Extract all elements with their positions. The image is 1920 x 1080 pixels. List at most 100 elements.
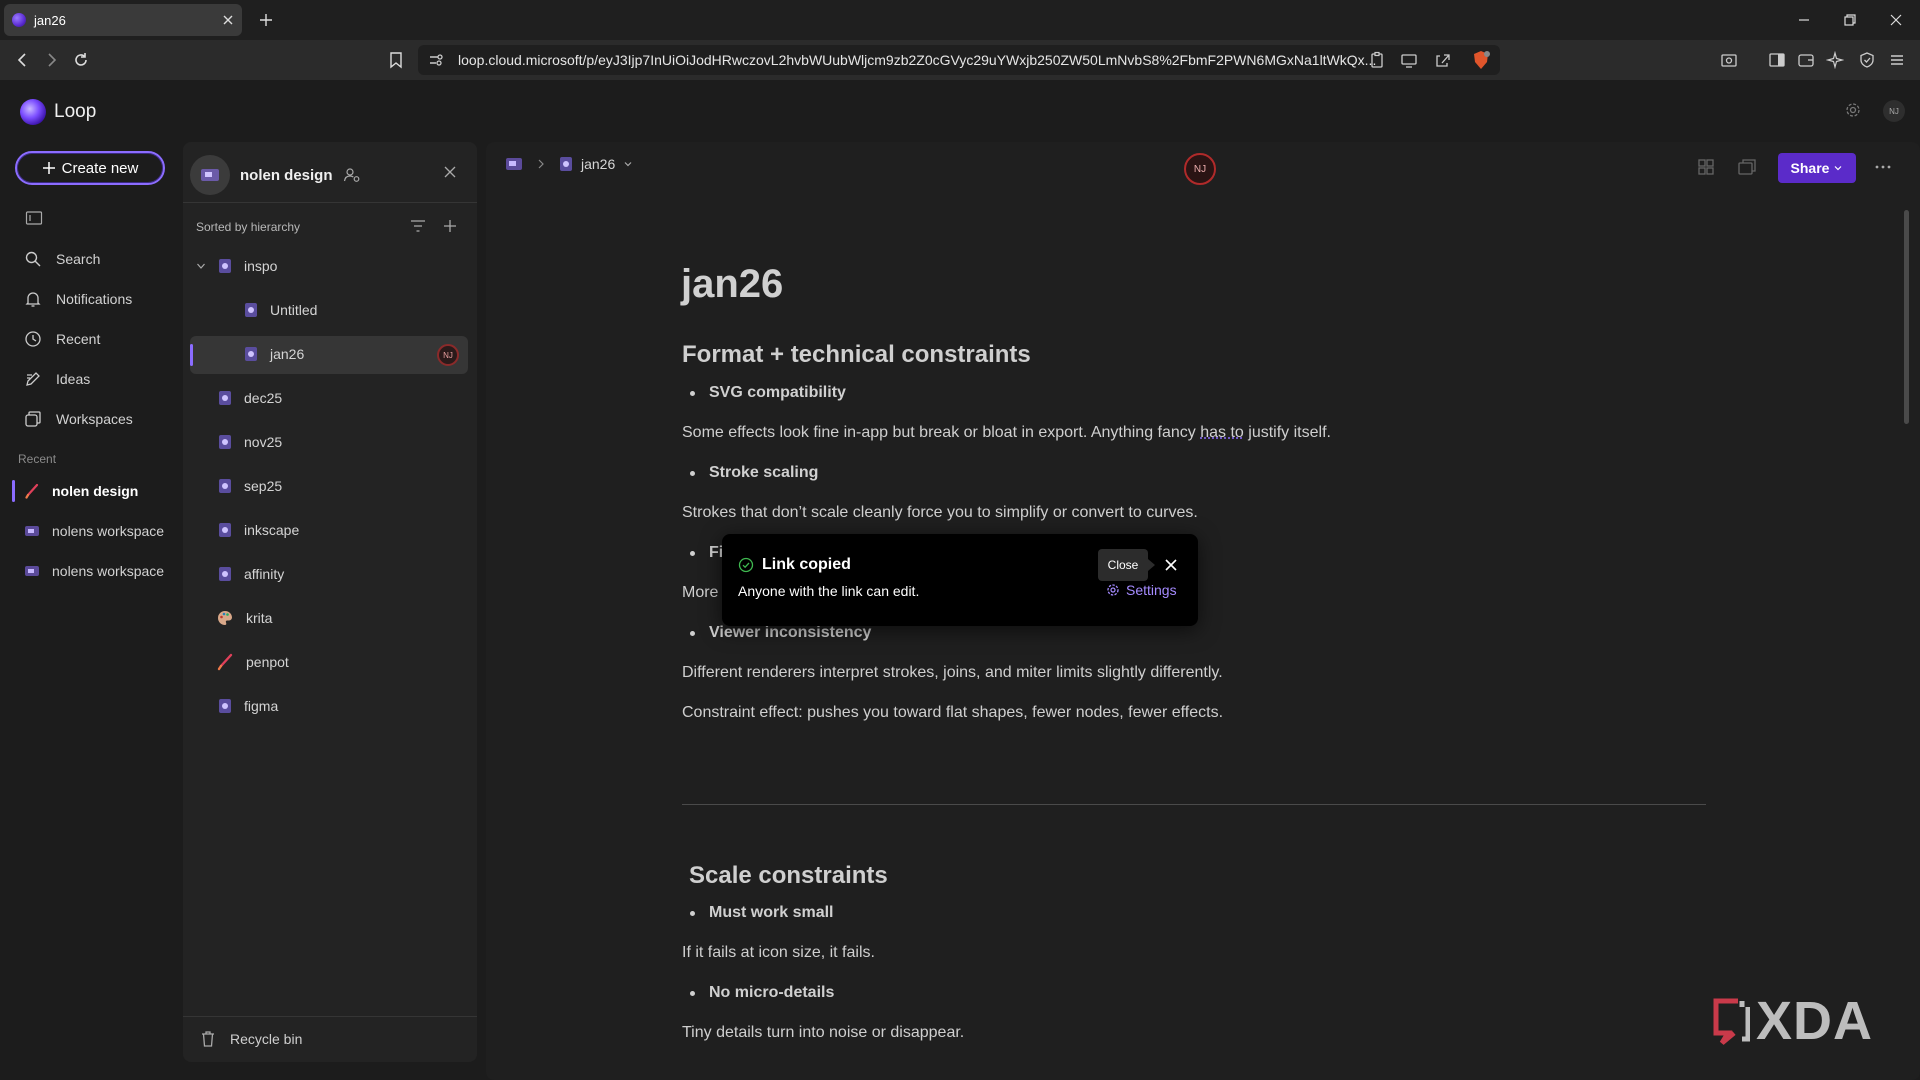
close-panel-icon[interactable] xyxy=(442,164,458,180)
cast-icon[interactable] xyxy=(1400,51,1418,69)
bullet-item[interactable]: No micro-details xyxy=(690,984,834,1002)
nav-recent[interactable]: Recent xyxy=(24,325,100,353)
xda-watermark: XDA xyxy=(1708,990,1873,1052)
loop-logo[interactable]: Loop xyxy=(20,99,96,125)
tree-item-sep25[interactable]: sep25 xyxy=(218,468,282,504)
add-page-icon[interactable] xyxy=(442,218,458,234)
recycle-bin-link[interactable]: Recycle bin xyxy=(200,1030,302,1048)
bullet-item[interactable]: SVG compatibility xyxy=(690,384,846,402)
forward-icon[interactable] xyxy=(42,51,60,69)
recent-item-nolens-workspace[interactable]: nolens workspace xyxy=(24,518,164,544)
workspace-avatar[interactable] xyxy=(190,155,230,195)
app-header xyxy=(0,80,1920,142)
toast-settings-link[interactable]: Settings xyxy=(1106,582,1177,598)
collaborator-avatar[interactable]: NJ xyxy=(1184,153,1216,185)
tree-selected-row xyxy=(190,336,468,374)
sidebar-toggle-icon[interactable] xyxy=(1768,51,1786,69)
share-button[interactable]: Share xyxy=(1778,153,1856,183)
breadcrumb: jan26 xyxy=(505,156,633,172)
tree-item-inspo[interactable]: inspo xyxy=(196,248,277,284)
screenshot-icon[interactable] xyxy=(1720,51,1738,69)
panel-divider xyxy=(183,202,477,203)
components-icon[interactable] xyxy=(1697,158,1715,176)
bullet-item[interactable]: Must work small xyxy=(690,904,833,922)
filter-icon[interactable] xyxy=(410,219,426,233)
recent-item-nolens-workspace-2[interactable]: nolens workspace xyxy=(24,558,164,584)
new-tab-icon[interactable] xyxy=(258,12,274,28)
section-heading[interactable]: Scale constraints xyxy=(689,862,888,890)
tree-item-untitled[interactable]: Untitled xyxy=(244,292,317,328)
tree-item-avatar: NJ xyxy=(437,344,459,366)
reload-icon[interactable] xyxy=(72,51,90,69)
copy-component-icon[interactable] xyxy=(1737,158,1757,176)
tab-close-icon[interactable] xyxy=(222,14,234,26)
url-bar[interactable]: loop.cloud.microsoft/p/eyJ3Ijp7InUiOiJod… xyxy=(418,45,1500,75)
paragraph[interactable]: Constraint effect: pushes you toward fla… xyxy=(682,704,1223,722)
restore-icon[interactable] xyxy=(1842,12,1858,28)
paragraph[interactable]: More xyxy=(682,584,718,602)
nav-workspaces[interactable]: Workspaces xyxy=(24,405,133,433)
document-scrollbar[interactable] xyxy=(1904,210,1909,424)
site-info-icon[interactable] xyxy=(428,52,444,68)
loop-logo-icon xyxy=(20,99,46,125)
nav-search[interactable]: Search xyxy=(24,245,100,273)
bookmark-icon[interactable] xyxy=(388,51,404,69)
paragraph[interactable]: Tiny details turn into noise or disappea… xyxy=(682,1024,964,1042)
nav-ideas[interactable]: Ideas xyxy=(24,365,90,393)
workspace-icon[interactable] xyxy=(505,156,523,172)
ai-sparkle-icon[interactable] xyxy=(1826,51,1844,69)
create-new-button[interactable]: Create new xyxy=(15,151,165,185)
minimize-icon[interactable] xyxy=(1796,12,1812,28)
paragraph[interactable]: Some effects look fine in-app but break … xyxy=(682,424,1331,442)
tree-label: sep25 xyxy=(244,478,283,494)
paragraph[interactable]: Different renderers interpret strokes, j… xyxy=(682,664,1223,682)
bullet-text: Must work small xyxy=(709,904,834,921)
tree-item-affinity[interactable]: affinity xyxy=(218,556,284,592)
wallet-icon[interactable] xyxy=(1797,51,1815,69)
chevron-down-icon[interactable] xyxy=(196,261,206,271)
tree-item-nov25[interactable]: nov25 xyxy=(218,424,282,460)
brush-icon xyxy=(217,653,233,671)
gear-icon xyxy=(1107,584,1119,596)
tree-item-figma[interactable]: figma xyxy=(218,688,278,724)
spellcheck-text[interactable]: has to xyxy=(1200,424,1244,441)
browser-tab[interactable]: jan26 xyxy=(4,4,242,36)
tree-item-penpot[interactable]: penpot xyxy=(216,644,289,680)
bullet-item[interactable]: Viewer inconsistency xyxy=(690,624,871,642)
bullet-item[interactable]: Fi xyxy=(690,544,723,562)
workspaces-icon xyxy=(25,411,41,427)
breadcrumb-page-label: jan26 xyxy=(581,156,616,172)
page-title[interactable]: jan26 xyxy=(681,262,783,307)
section-heading[interactable]: Format + technical constraints xyxy=(682,341,1031,369)
clipboard-icon[interactable] xyxy=(1369,51,1385,69)
paragraph[interactable]: If it fails at icon size, it fails. xyxy=(682,944,875,962)
bullet-item[interactable]: Stroke scaling xyxy=(690,464,818,482)
vpn-shield-icon[interactable] xyxy=(1858,51,1876,69)
tree-item-dec25[interactable]: dec25 xyxy=(218,380,282,416)
settings-gear-icon[interactable] xyxy=(1844,101,1862,119)
workspace-name[interactable]: nolen design xyxy=(240,167,333,184)
brave-shield-icon[interactable] xyxy=(1470,49,1492,71)
user-avatar[interactable]: NJ xyxy=(1883,100,1905,122)
paragraph[interactable]: Strokes that don’t scale cleanly force y… xyxy=(682,504,1198,522)
close-icon[interactable] xyxy=(1161,555,1181,575)
workspace-icon xyxy=(25,526,39,536)
breadcrumb-page[interactable]: jan26 xyxy=(559,156,633,172)
nav-search-label: Search xyxy=(56,251,101,267)
browser-menu-icon[interactable] xyxy=(1888,51,1906,69)
window-close-icon[interactable] xyxy=(1888,12,1904,28)
tree-item-jan26[interactable]: jan26 xyxy=(244,336,304,372)
tree-label: affinity xyxy=(244,566,285,582)
clock-icon xyxy=(25,331,41,347)
back-icon[interactable] xyxy=(14,51,32,69)
collapse-nav-icon[interactable] xyxy=(25,210,43,226)
tree-item-krita[interactable]: krita xyxy=(216,600,272,636)
workspace-members-icon[interactable] xyxy=(343,166,361,184)
recent-item-nolen-design[interactable]: nolen design xyxy=(24,478,138,504)
more-options-icon[interactable] xyxy=(1874,160,1892,174)
share-page-icon[interactable] xyxy=(1434,51,1452,69)
check-circle-icon xyxy=(738,557,754,573)
plus-icon xyxy=(42,162,55,174)
nav-notifications[interactable]: Notifications xyxy=(24,285,132,313)
tree-item-inkscape[interactable]: inkscape xyxy=(218,512,299,548)
